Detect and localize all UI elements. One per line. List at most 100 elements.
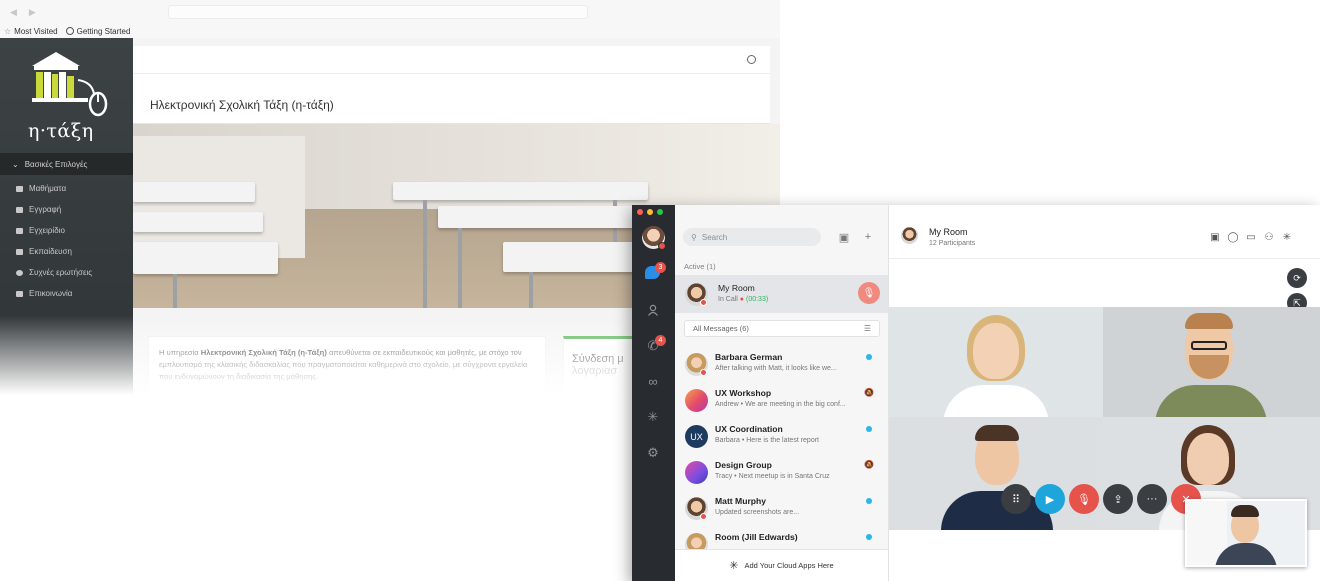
training-icon: [16, 248, 23, 255]
add-icon[interactable]: +: [861, 230, 875, 244]
room-icon[interactable]: ▣: [837, 230, 851, 244]
participant-face: [973, 323, 1019, 379]
minimize-window-icon[interactable]: [647, 209, 653, 215]
share-icon: ⇪: [1113, 493, 1123, 506]
conversation-title: UX Coordination: [715, 424, 783, 434]
status-badge: [700, 513, 707, 520]
list-item[interactable]: Matt Murphy Updated screenshots are...: [675, 491, 888, 527]
bookmark-most-visited[interactable]: ☆ Most Visited: [4, 27, 58, 36]
address-bar[interactable]: [167, 5, 588, 19]
info-text: Η υπηρεσία: [159, 348, 201, 357]
hero-desk-leg: [458, 228, 462, 308]
close-window-icon[interactable]: [637, 209, 643, 215]
call-status-text: In Call: [718, 296, 738, 303]
search-icon: ⚲: [691, 232, 697, 242]
room-title: My Room: [929, 227, 968, 237]
back-icon[interactable]: ◀: [10, 7, 17, 18]
active-call-row[interactable]: My Room In Call ● (00:33) 🎙: [675, 275, 888, 313]
refresh-icon[interactable]: ⟳: [1287, 268, 1307, 288]
list-item[interactable]: UX UX Coordination Barbara • Here is the…: [675, 419, 888, 455]
keypad-icon: ⠿: [1011, 493, 1021, 506]
login-card[interactable]: Σύνδεση μ λογαριασ: [563, 336, 643, 392]
mute-microphone-button[interactable]: 🎙: [858, 282, 880, 304]
contacts-icon[interactable]: [645, 302, 661, 318]
apps-asterisk-icon[interactable]: ✳: [645, 409, 661, 425]
room-info-icon[interactable]: ▣: [1209, 231, 1221, 243]
unread-indicator: [866, 354, 872, 360]
menu-item-contact[interactable]: Επικοινωνία: [0, 283, 133, 304]
call-controls: ⠿ ▶ 🎙 ⇪ ··· ✕: [1001, 484, 1201, 516]
apps-asterisk-icon[interactable]: ✳: [1281, 231, 1293, 243]
hero-desk: [438, 206, 648, 228]
room-pane: My Room 12 Participants ▣ ◯ ▭ ⚇ ✳ ⟳ ⇱ ⠿ …: [889, 205, 1320, 581]
list-item[interactable]: Design Group Tracy • Next meetup is in S…: [675, 455, 888, 491]
menu-item-label: Εγχειρίδιο: [29, 226, 65, 235]
cloud-apps-label: Add Your Cloud Apps Here: [744, 561, 834, 570]
filter-icon[interactable]: ☰: [864, 324, 871, 333]
hero-desk-leg: [173, 274, 177, 308]
message-filter-dropdown[interactable]: All Messages (6) ☰: [684, 320, 880, 337]
bookmark-label: Most Visited: [14, 26, 58, 36]
unread-indicator: [866, 498, 872, 504]
hero-desk: [393, 182, 648, 200]
glasses-icon: [1191, 341, 1227, 350]
language-globe-icon[interactable]: [747, 55, 756, 64]
menu-item-faq[interactable]: Συχνές ερωτήσεις: [0, 262, 133, 283]
calendar-icon[interactable]: ▭: [1245, 231, 1257, 243]
message-icon[interactable]: ◯: [1227, 231, 1239, 243]
active-section-label: Active (1): [684, 262, 716, 271]
video-tile-participant[interactable]: [1103, 307, 1320, 417]
participant-face: [1187, 433, 1229, 485]
people-icon[interactable]: ⚇: [1263, 231, 1275, 243]
forward-icon[interactable]: ▶: [29, 7, 36, 18]
video-toggle-button[interactable]: ▶: [1035, 484, 1065, 514]
menu-item-training[interactable]: Εκπαίδευση: [0, 241, 133, 262]
filter-label: All Messages (6): [693, 324, 749, 333]
browser-toolbar: ◀ ▶: [0, 0, 780, 24]
microphone-icon: 🎙: [1077, 493, 1091, 506]
menu-item-register[interactable]: Εγγραφή: [0, 199, 133, 220]
apps-asterisk-icon: ✳: [729, 560, 739, 572]
camera-icon: ▶: [1045, 493, 1055, 506]
login-subtitle: λογαριασ: [572, 365, 618, 377]
chat-app-window: 3 ✆ 4 ∞ ✳ ⚙ ⚲ Search ▣ + Active (1) My R…: [632, 205, 1320, 581]
chevron-down-icon: ⌄: [12, 159, 19, 169]
service-description: Η υπηρεσία Ηλεκτρονική Σχολική Τάξη (η-Τ…: [148, 336, 546, 392]
mute-button[interactable]: 🎙: [1069, 484, 1099, 514]
video-tile-participant[interactable]: [889, 307, 1103, 417]
list-item[interactable]: Room (Jill Edwards): [675, 527, 888, 549]
self-view-video[interactable]: [1185, 499, 1307, 567]
menu-item-manual[interactable]: Εγχειρίδιο: [0, 220, 133, 241]
room-header: My Room 12 Participants ▣ ◯ ▭ ⚇ ✳: [889, 205, 1320, 259]
conversation-preview: Andrew • We are meeting in the big conf.…: [715, 401, 846, 408]
person-icon: [648, 304, 658, 316]
menu-item-courses[interactable]: Μαθήματα: [0, 178, 133, 199]
menu-item-label: Συχνές ερωτήσεις: [29, 268, 93, 277]
share-screen-button[interactable]: ⇪: [1103, 484, 1133, 514]
globe-icon: [65, 27, 74, 35]
add-cloud-apps-button[interactable]: ✳ Add Your Cloud Apps Here: [675, 549, 888, 581]
participant-hair: [1185, 313, 1233, 329]
settings-gear-icon[interactable]: ⚙: [645, 445, 661, 461]
conversation-preview: Barbara • Here is the latest report: [715, 437, 819, 444]
info-bold-text: Ηλεκτρονική Σχολική Τάξη (η-Τάξη): [200, 348, 327, 357]
call-timer: (00:33): [745, 296, 769, 303]
status-badge: [700, 369, 707, 376]
menu-header[interactable]: ⌄ Βασικές Επιλογές: [0, 153, 133, 175]
more-options-button[interactable]: ···: [1137, 484, 1167, 514]
muted-bell-icon: 🔕: [864, 388, 874, 397]
link-icon[interactable]: ∞: [645, 373, 661, 389]
keypad-button[interactable]: ⠿: [1001, 484, 1031, 514]
search-input[interactable]: ⚲ Search: [683, 228, 821, 246]
avatar: [685, 461, 708, 484]
list-item[interactable]: Barbara German After talking with Matt, …: [675, 347, 888, 383]
bookmark-folder-icon: ☆: [4, 26, 12, 36]
edit-icon: [16, 206, 23, 213]
eclass-logo[interactable]: η·τάξη: [22, 50, 114, 150]
menu-item-label: Εγγραφή: [29, 205, 62, 214]
list-item[interactable]: UX Workshop Andrew • We are meeting in t…: [675, 383, 888, 419]
participant-hair: [975, 425, 1019, 441]
bookmark-getting-started[interactable]: Getting Started: [65, 27, 130, 36]
page-title: Ηλεκτρονική Σχολική Τάξη (η-τάξη): [150, 98, 334, 112]
maximize-window-icon[interactable]: [657, 209, 663, 215]
